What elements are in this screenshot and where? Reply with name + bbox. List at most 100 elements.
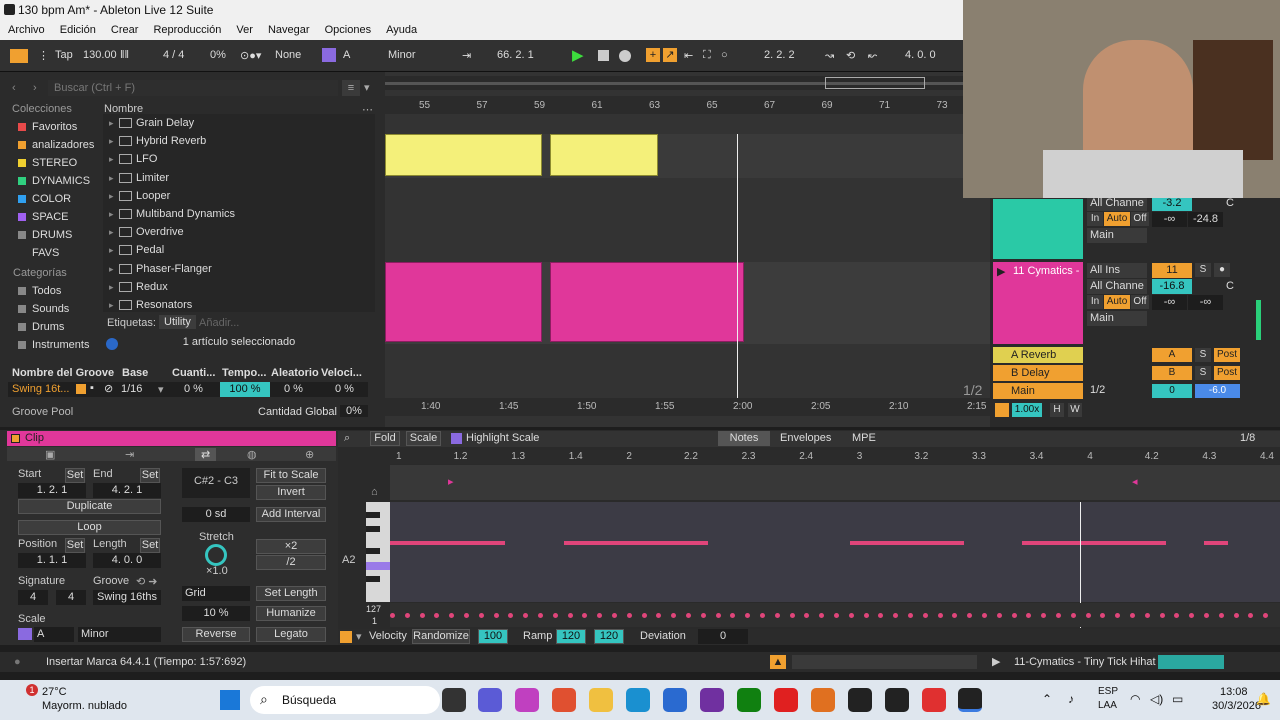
signature-denominator[interactable]: 4: [56, 590, 86, 605]
track-11-number[interactable]: 11: [1152, 263, 1192, 278]
velocity-marker[interactable]: [982, 613, 987, 618]
return-b-name[interactable]: B Delay: [993, 365, 1083, 381]
track-11-solo[interactable]: S: [1195, 263, 1211, 277]
signature-numerator[interactable]: 4: [18, 590, 48, 605]
velocity-marker[interactable]: [893, 613, 899, 618]
end-field[interactable]: 4. 2. 1: [93, 483, 161, 498]
stop-icon[interactable]: [598, 50, 609, 61]
velocity-marker[interactable]: [1056, 613, 1061, 618]
back-icon[interactable]: ‹: [12, 82, 16, 94]
track-11-header[interactable]: ▶ 11 Cymatics -: [993, 262, 1083, 344]
end-set-button[interactable]: Set: [140, 468, 160, 483]
collection-item[interactable]: COLOR: [0, 190, 100, 208]
groove-name[interactable]: Swing 16t...: [12, 383, 69, 395]
expand-arrow-icon[interactable]: ▸: [109, 241, 114, 259]
tap-button[interactable]: Tap: [55, 49, 73, 61]
device-list-item[interactable]: ▸ LFO: [103, 150, 375, 168]
velocity-marker[interactable]: [1248, 613, 1254, 618]
weather-temp[interactable]: 27°C: [42, 686, 67, 698]
device-list-item[interactable]: ▸ Pedal: [103, 241, 375, 259]
quantize-dots-icon[interactable]: ⊙●▾: [240, 49, 261, 62]
microphone-icon[interactable]: ♪: [1068, 692, 1074, 706]
return-a-solo[interactable]: S: [1195, 348, 1211, 362]
collection-item[interactable]: DRUMS FAVS: [0, 226, 100, 259]
velocity-marker[interactable]: [538, 613, 543, 618]
expand-arrow-icon[interactable]: ▸: [109, 223, 114, 241]
scale-key[interactable]: A: [34, 627, 74, 642]
menu-ayuda[interactable]: Ayuda: [386, 24, 417, 36]
tab-mpe[interactable]: MPE: [852, 432, 876, 444]
velocity-marker[interactable]: [908, 613, 913, 618]
velocity-marker[interactable]: [760, 613, 765, 618]
zoom-value[interactable]: 1.00x: [1012, 403, 1042, 417]
tab-notes[interactable]: Notes: [718, 431, 770, 446]
velocity-dropdown-icon[interactable]: ▾: [356, 630, 362, 643]
velocity-marker[interactable]: [449, 613, 455, 618]
language-1[interactable]: ESP: [1098, 686, 1118, 697]
ableton-live-active-icon[interactable]: [958, 688, 982, 712]
velocity-marker[interactable]: [434, 613, 440, 618]
track-play-icon[interactable]: ▶: [992, 652, 1000, 672]
scale-button[interactable]: Scale: [406, 431, 441, 446]
expand-arrow-icon[interactable]: ▸: [109, 132, 114, 150]
velocity-tool-icon[interactable]: [340, 631, 352, 643]
halve-button[interactable]: /2: [256, 555, 326, 570]
quantize-select[interactable]: None: [275, 49, 301, 61]
file-explorer-app-icon[interactable]: [442, 688, 466, 712]
track-11-auto[interactable]: Auto: [1104, 295, 1130, 309]
teams-icon[interactable]: [478, 688, 502, 712]
velocity-marker[interactable]: [567, 613, 573, 618]
edge-icon[interactable]: [626, 688, 650, 712]
return-a-post[interactable]: Post: [1214, 348, 1240, 362]
start-field[interactable]: 1. 2. 1: [18, 483, 86, 498]
beat-ruler[interactable]: 1 1.2 1.3 1.4 2 2.2 2.3 2.4 3 3.2 3.3 3.4 4 4.2 4.3 4.4: [390, 450, 1280, 464]
velocity-marker[interactable]: [671, 613, 677, 618]
piano-keys[interactable]: [366, 502, 390, 602]
expand-arrow-icon[interactable]: ▸: [109, 296, 114, 312]
velocity-marker[interactable]: [878, 613, 884, 618]
track-10-off[interactable]: Off: [1131, 212, 1149, 226]
grid-value[interactable]: 1/8: [1240, 432, 1255, 444]
transform-tab-icon[interactable]: ⇄: [195, 448, 217, 461]
position-field[interactable]: 1. 1. 1: [18, 553, 86, 568]
battery-icon[interactable]: ▭: [1172, 692, 1183, 706]
stretch-knob[interactable]: [205, 544, 227, 566]
track-10-output[interactable]: Main: [1087, 228, 1147, 243]
tag-utility[interactable]: Utility: [159, 315, 196, 329]
groove-base[interactable]: 1/16: [121, 383, 142, 395]
velocity-marker[interactable]: [1204, 613, 1209, 618]
expand-arrow-icon[interactable]: ▸: [109, 150, 114, 168]
velocity-marker[interactable]: [656, 613, 662, 618]
velocity-marker[interactable]: [1174, 613, 1180, 618]
track-11-name[interactable]: 11 Cymatics -: [1013, 265, 1079, 277]
session-record-icon[interactable]: ○: [721, 49, 728, 61]
track-11-pan[interactable]: C: [1226, 280, 1234, 292]
tab-envelopes[interactable]: Envelopes: [780, 432, 831, 444]
groove-select[interactable]: Swing 16ths: [93, 590, 161, 605]
notification-icon[interactable]: 🔔: [1256, 692, 1271, 706]
track-11-in[interactable]: In: [1087, 295, 1103, 309]
track-11-send-b[interactable]: -∞: [1188, 295, 1223, 310]
expand-arrow-icon[interactable]: ▸: [109, 205, 114, 223]
reverse-button[interactable]: Reverse: [182, 627, 250, 642]
save-icon[interactable]: ▪: [90, 382, 94, 394]
duplicate-button[interactable]: Duplicate: [18, 499, 161, 514]
velocity-marker[interactable]: [1026, 613, 1032, 618]
velocity-marker[interactable]: [730, 613, 736, 618]
scale-select[interactable]: Minor: [388, 49, 416, 61]
velocity-marker[interactable]: [404, 613, 410, 618]
velocity-marker[interactable]: [493, 613, 499, 618]
main-track-name[interactable]: Main: [993, 383, 1083, 399]
velocity-marker[interactable]: [597, 613, 603, 618]
groove-random[interactable]: 0 %: [284, 383, 303, 395]
play-icon[interactable]: ▶: [572, 46, 584, 64]
expand-arrow-icon[interactable]: ▸: [109, 278, 114, 296]
track-10-send-b[interactable]: -24.8: [1188, 212, 1223, 227]
loop-toggle-icon[interactable]: ⌂: [371, 486, 378, 498]
semitone-field[interactable]: 0 sd: [182, 507, 250, 522]
track-11-off[interactable]: Off: [1131, 295, 1149, 309]
clip-tab-icon[interactable]: ▣: [45, 448, 55, 461]
midi-note[interactable]: [390, 541, 505, 545]
width-button[interactable]: W: [1068, 403, 1082, 417]
tray-arrow-icon[interactable]: ⌃: [1042, 692, 1052, 706]
